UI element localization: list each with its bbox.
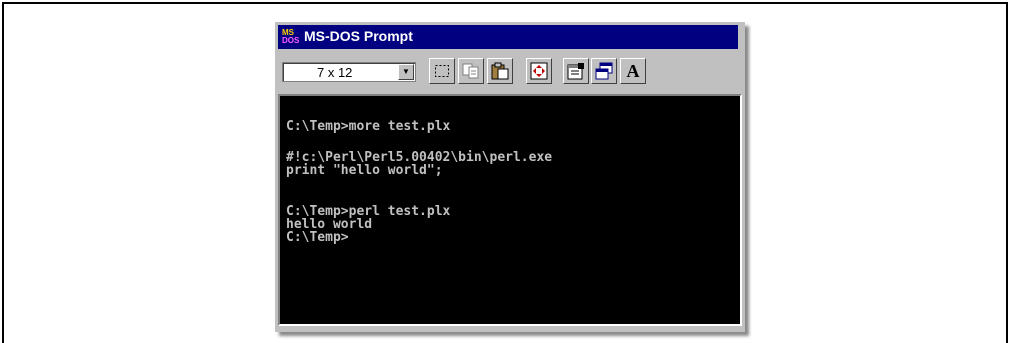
font-size-select[interactable]: 7 x 12 ▼ [282, 62, 416, 82]
properties-icon [567, 63, 584, 80]
fullscreen-button[interactable] [526, 58, 552, 84]
terminal-line: C:\Temp> [286, 230, 349, 245]
font-icon: A [626, 60, 640, 81]
background-icon [595, 62, 613, 80]
terminal-output[interactable]: C:\Temp>more test.plx #!c:\Perl\Perl5.00… [278, 94, 742, 326]
ms-dos-window: MS DOS MS-DOS Prompt 7 x 12 ▼ A C:\Temp>… [275, 22, 745, 332]
copy-button[interactable] [458, 58, 484, 84]
toolbar: 7 x 12 ▼ A [278, 51, 738, 87]
title-bar[interactable]: MS DOS MS-DOS Prompt [278, 25, 738, 49]
ms-dos-icon: MS DOS [282, 28, 300, 45]
terminal-line: C:\Temp>more test.plx [286, 119, 451, 134]
paste-button[interactable] [487, 58, 513, 84]
mark-icon [435, 65, 449, 77]
font-size-value: 7 x 12 [317, 65, 353, 80]
chevron-down-icon[interactable]: ▼ [398, 64, 414, 80]
terminal-line: print "hello world"; [286, 163, 443, 178]
font-button[interactable]: A [620, 58, 646, 84]
window-title: MS-DOS Prompt [304, 28, 413, 44]
background-button[interactable] [591, 58, 617, 84]
fullscreen-icon [530, 62, 548, 80]
paste-icon [491, 62, 509, 80]
copy-icon [462, 63, 479, 79]
properties-button[interactable] [563, 58, 589, 84]
mark-button[interactable] [429, 58, 455, 84]
